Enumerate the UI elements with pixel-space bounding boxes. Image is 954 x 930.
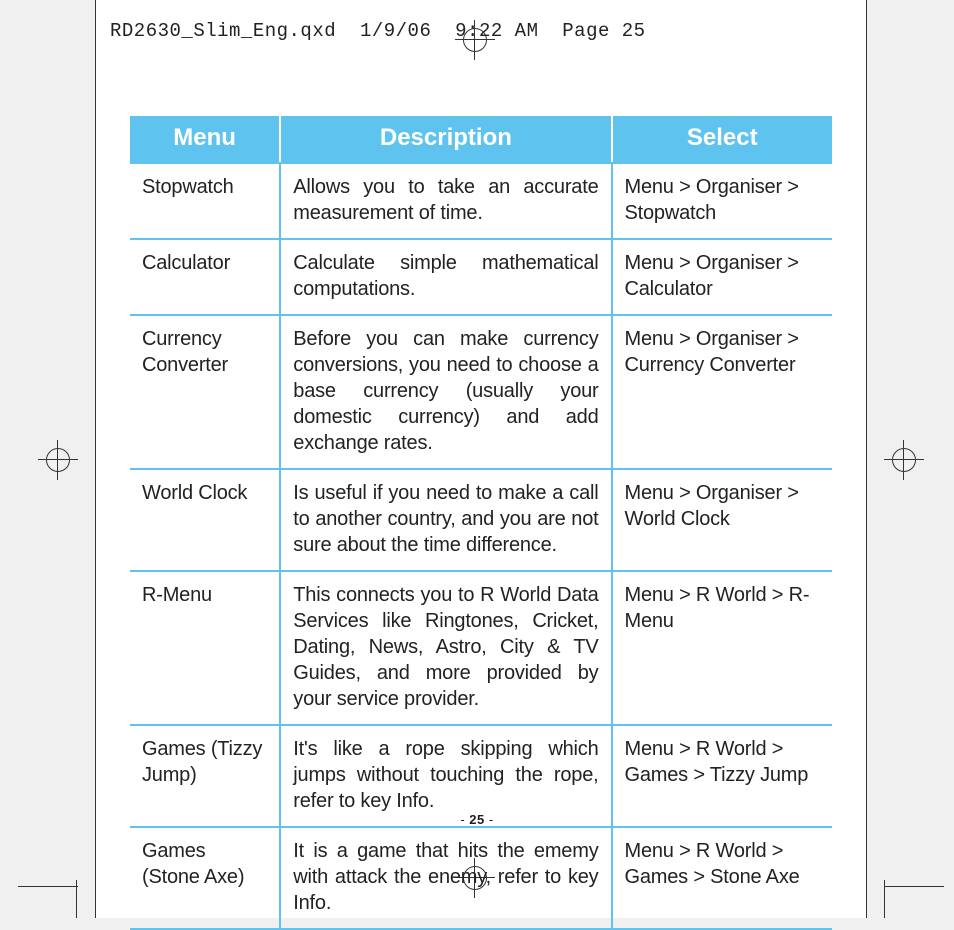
crop-mark [76,880,77,918]
table-row: Currency Converter Before you can make c… [130,315,832,469]
cell-description: Before you can make currency conversions… [280,315,611,469]
table-row: Games (Stone Axe) It is a game that hits… [130,827,832,929]
table-header-row: Menu Description Select [130,116,832,163]
print-header: RD2630_Slim_Eng.qxd 1/9/06 9:22 AM Page … [110,20,646,42]
crop-mark [95,0,96,918]
cell-select: Menu > Organiser > World Clock [612,469,833,571]
cell-select: Menu > R World > Games > Stone Axe [612,827,833,929]
table-row: World Clock Is useful if you need to mak… [130,469,832,571]
page-number-value: 25 [469,812,484,827]
cell-select: Menu > Organiser > Stopwatch [612,163,833,239]
table-row: Stopwatch Allows you to take an accurate… [130,163,832,239]
cell-description: This connects you to R World Data Servic… [280,571,611,725]
page-number: - 25 - [0,812,954,827]
crop-mark [884,886,944,887]
cell-description: Calculate simple mathematical computatio… [280,239,611,315]
table-row: R-Menu This connects you to R World Data… [130,571,832,725]
column-header-description: Description [280,116,611,163]
registration-mark-icon [38,440,78,480]
crop-mark [866,0,867,918]
cell-menu: World Clock [130,469,280,571]
features-table: Menu Description Select Stopwatch Allows… [130,116,832,930]
crop-mark [884,880,885,918]
column-header-menu: Menu [130,116,280,163]
cell-select: Menu > Organiser > Calculator [612,239,833,315]
cell-description: It is a game that hits the ememy with at… [280,827,611,929]
crop-mark [18,886,78,887]
cell-menu: Currency Converter [130,315,280,469]
cell-description: Is useful if you need to make a call to … [280,469,611,571]
cell-menu: Games (Stone Axe) [130,827,280,929]
column-header-select: Select [612,116,833,163]
table-row: Calculator Calculate simple mathematical… [130,239,832,315]
cell-select: Menu > R World > R-Menu [612,571,833,725]
cell-menu: Stopwatch [130,163,280,239]
cell-select: Menu > Organiser > Currency Converter [612,315,833,469]
registration-mark-icon [884,440,924,480]
cell-menu: R-Menu [130,571,280,725]
cell-menu: Calculator [130,239,280,315]
cell-description: Allows you to take an accurate measureme… [280,163,611,239]
